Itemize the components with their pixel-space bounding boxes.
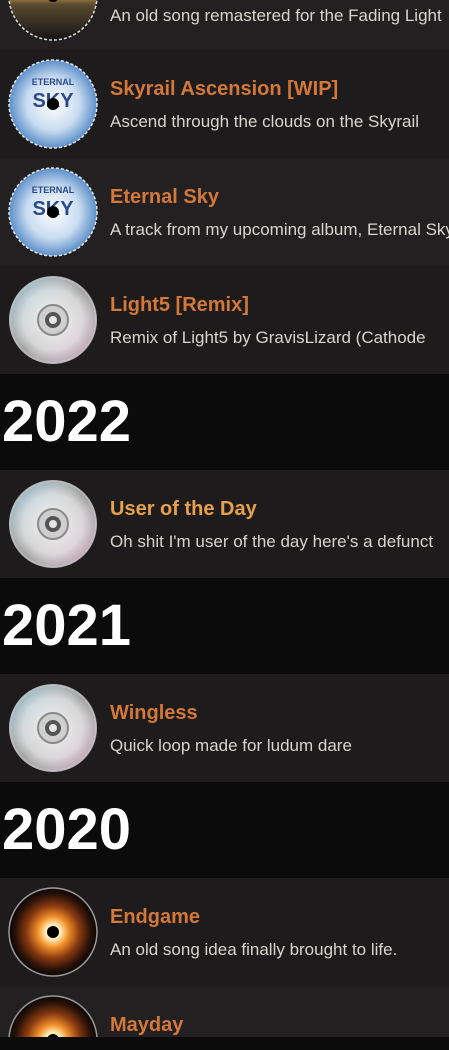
disc-label-text: ETERNAL xyxy=(32,185,75,195)
track-cover-eye xyxy=(8,887,98,977)
track-title[interactable]: Skyrail Ascension [WIP] xyxy=(110,78,338,101)
track-row-endgame[interactable]: Endgame An old song idea finally brought… xyxy=(0,878,449,986)
year-heading: 2022 xyxy=(0,374,449,470)
track-title[interactable]: Endgame xyxy=(110,906,200,929)
cd-icon xyxy=(8,479,98,569)
track-cover-eye xyxy=(8,995,98,1037)
track-row-light5-remix[interactable]: Light5 [Remix] Remix of Light5 by Gravis… xyxy=(0,266,449,374)
track-description: Quick loop made for ludum dare xyxy=(110,736,352,755)
track-cover-sunset xyxy=(8,0,98,41)
track-row-skyrail-ascension[interactable]: ETERNAL SKY Skyrail Ascension [WIP] Asce… xyxy=(0,50,449,158)
cd-icon xyxy=(8,275,98,365)
track-row-mayday[interactable]: Mayday xyxy=(0,986,449,1037)
track-title[interactable]: User of the Day xyxy=(110,498,257,521)
track-cover-eternal-sky: ETERNAL SKY xyxy=(8,59,98,149)
disc-label-text: ETERNAL xyxy=(32,77,75,87)
track-description: An old song remastered for the Fading Li… xyxy=(110,6,442,25)
track-title[interactable]: Eternal Sky xyxy=(110,186,219,209)
track-description: Remix of Light5 by GravisLizard (Cathode xyxy=(110,328,426,347)
track-description: A track from my upcoming album, Eternal … xyxy=(110,220,449,239)
track-title[interactable]: Light5 [Remix] xyxy=(110,294,249,317)
year-heading: 2021 xyxy=(0,578,449,674)
track-row-fading-light[interactable]: An old song remastered for the Fading Li… xyxy=(0,0,449,50)
track-description: Ascend through the clouds on the Skyrail xyxy=(110,112,420,131)
track-row-eternal-sky[interactable]: ETERNAL SKY Eternal Sky A track from my … xyxy=(0,158,449,266)
track-row-wingless[interactable]: Wingless Quick loop made for ludum dare xyxy=(0,674,449,782)
track-title[interactable]: Wingless xyxy=(110,702,198,725)
track-listing-page: An old song remastered for the Fading Li… xyxy=(0,0,449,1037)
track-row-user-of-the-day[interactable]: User of the Day Oh shit I'm user of the … xyxy=(0,470,449,578)
track-description: Oh shit I'm user of the day here's a def… xyxy=(110,532,434,551)
track-title[interactable]: Mayday xyxy=(110,1014,183,1037)
track-cover-eternal-sky: ETERNAL SKY xyxy=(8,167,98,257)
track-description: An old song idea finally brought to life… xyxy=(110,940,398,959)
cd-icon xyxy=(8,683,98,773)
year-heading: 2020 xyxy=(0,782,449,878)
